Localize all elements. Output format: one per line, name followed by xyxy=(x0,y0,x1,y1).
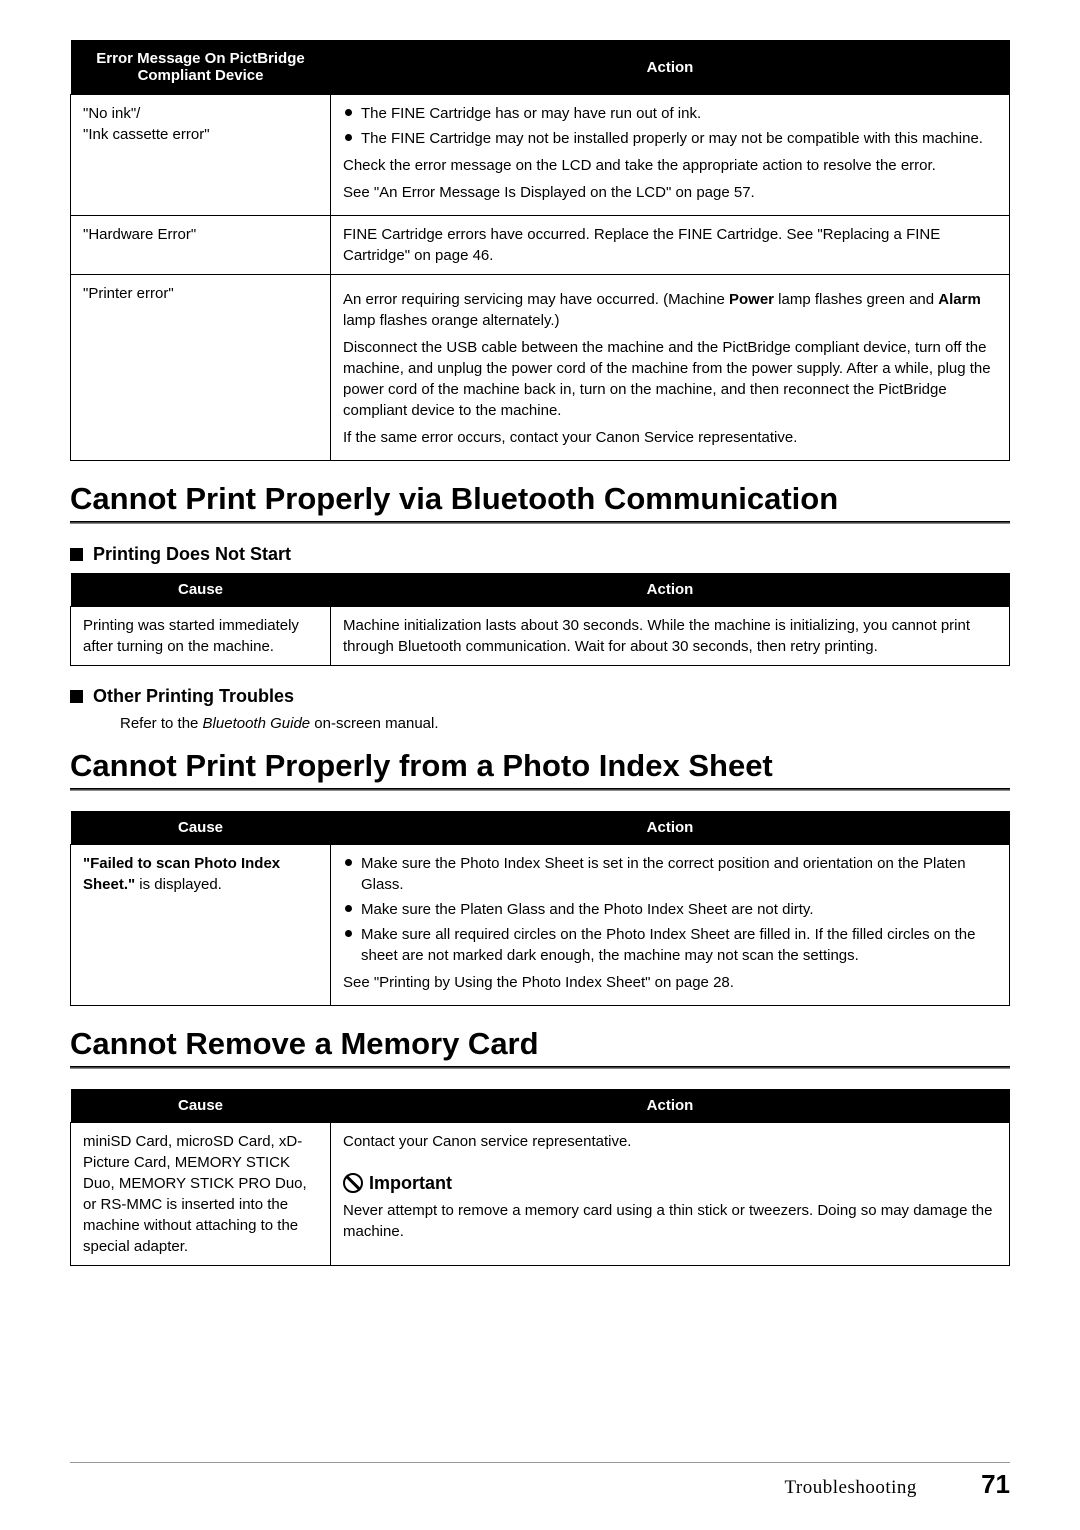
action-para: An error requiring servicing may have oc… xyxy=(343,289,997,331)
action-para: If the same error occurs, contact your C… xyxy=(343,427,997,448)
power-bold: Power xyxy=(729,291,774,308)
bullet-item: The FINE Cartridge may not be installed … xyxy=(343,128,997,149)
bluetooth-table: Cause Action Printing was started immedi… xyxy=(70,573,1010,666)
action-para: Disconnect the USB cable between the mac… xyxy=(343,337,997,421)
action-para: Check the error message on the LCD and t… xyxy=(343,155,997,176)
important-label: Important xyxy=(369,1173,452,1193)
th-cause: Cause xyxy=(71,1089,331,1123)
cell-cause: "Hardware Error" xyxy=(71,216,331,275)
prohibit-icon xyxy=(343,1173,363,1193)
cell-action: Contact your Canon service representativ… xyxy=(331,1123,1010,1167)
heading-bluetooth: Cannot Print Properly via Bluetooth Comm… xyxy=(70,481,1010,517)
th-action-text: Action xyxy=(647,59,694,76)
subheading-other-troubles: Other Printing Troubles xyxy=(70,686,1010,707)
heading-rule xyxy=(70,788,1010,791)
th-action: Action xyxy=(331,40,1010,95)
cell-action: Make sure the Photo Index Sheet is set i… xyxy=(331,845,1010,1006)
bluetooth-guide-italic: Bluetooth Guide xyxy=(203,715,311,732)
cell-cause: "No ink"/ "Ink cassette error" xyxy=(71,95,331,216)
refer-text: Refer to the Bluetooth Guide on-screen m… xyxy=(120,715,1010,732)
bullet-item: Make sure the Photo Index Sheet is set i… xyxy=(343,853,997,895)
table-row: "No ink"/ "Ink cassette error" The FINE … xyxy=(71,95,1010,216)
th-cause: Cause xyxy=(71,811,331,845)
ink-cassette-text: "Ink cassette error" xyxy=(83,126,210,143)
table-row: "Hardware Error" FINE Cartridge errors h… xyxy=(71,216,1010,275)
cell-cause: "Printer error" xyxy=(71,275,331,461)
cell-action: Machine initialization lasts about 30 se… xyxy=(331,607,1010,666)
memory-card-table: Cause Action miniSD Card, microSD Card, … xyxy=(70,1089,1010,1266)
photo-index-table: Cause Action "Failed to scan Photo Index… xyxy=(70,811,1010,1006)
cell-important: Important Never attempt to remove a memo… xyxy=(331,1167,1010,1266)
heading-memory-card: Cannot Remove a Memory Card xyxy=(70,1026,1010,1062)
action-para: See "Printing by Using the Photo Index S… xyxy=(343,972,997,993)
action-para: See "An Error Message Is Displayed on th… xyxy=(343,182,997,203)
table-row: Printing was started immediately after t… xyxy=(71,607,1010,666)
important-text: Never attempt to remove a memory card us… xyxy=(343,1200,997,1242)
table-row: "Printer error" An error requiring servi… xyxy=(71,275,1010,461)
th-action: Action xyxy=(331,1089,1010,1123)
cell-cause: miniSD Card, microSD Card, xD-Picture Ca… xyxy=(71,1123,331,1266)
pictbridge-error-table: Error Message On PictBridge Compliant De… xyxy=(70,40,1010,461)
alarm-bold: Alarm xyxy=(938,291,981,308)
th-action: Action xyxy=(331,811,1010,845)
cell-cause: Printing was started immediately after t… xyxy=(71,607,331,666)
bullet-item: Make sure the Platen Glass and the Photo… xyxy=(343,899,997,920)
table-row: miniSD Card, microSD Card, xD-Picture Ca… xyxy=(71,1123,1010,1167)
th-action: Action xyxy=(331,573,1010,607)
subheading-printing-not-start: Printing Does Not Start xyxy=(70,544,1010,565)
square-bullet-icon xyxy=(70,690,83,703)
cell-action: The FINE Cartridge has or may have run o… xyxy=(331,95,1010,216)
page-footer: Troubleshooting 71 xyxy=(70,1462,1010,1500)
heading-rule xyxy=(70,521,1010,524)
th-error-message-text: Error Message On PictBridge Compliant De… xyxy=(96,50,304,84)
table-row: "Failed to scan Photo Index Sheet." is d… xyxy=(71,845,1010,1006)
cell-cause: "Failed to scan Photo Index Sheet." is d… xyxy=(71,845,331,1006)
cell-action: An error requiring servicing may have oc… xyxy=(331,275,1010,461)
heading-photo-index: Cannot Print Properly from a Photo Index… xyxy=(70,748,1010,784)
th-cause: Cause xyxy=(71,573,331,607)
bullet-item: The FINE Cartridge has or may have run o… xyxy=(343,103,997,124)
cell-action: FINE Cartridge errors have occurred. Rep… xyxy=(331,216,1010,275)
th-error-message: Error Message On PictBridge Compliant De… xyxy=(71,40,331,95)
heading-rule xyxy=(70,1066,1010,1069)
footer-section-label: Troubleshooting xyxy=(784,1477,916,1498)
bullet-item: Make sure all required circles on the Ph… xyxy=(343,924,997,966)
square-bullet-icon xyxy=(70,548,83,561)
no-ink-text: "No ink"/ xyxy=(83,105,140,122)
footer-page-number: 71 xyxy=(981,1469,1010,1499)
